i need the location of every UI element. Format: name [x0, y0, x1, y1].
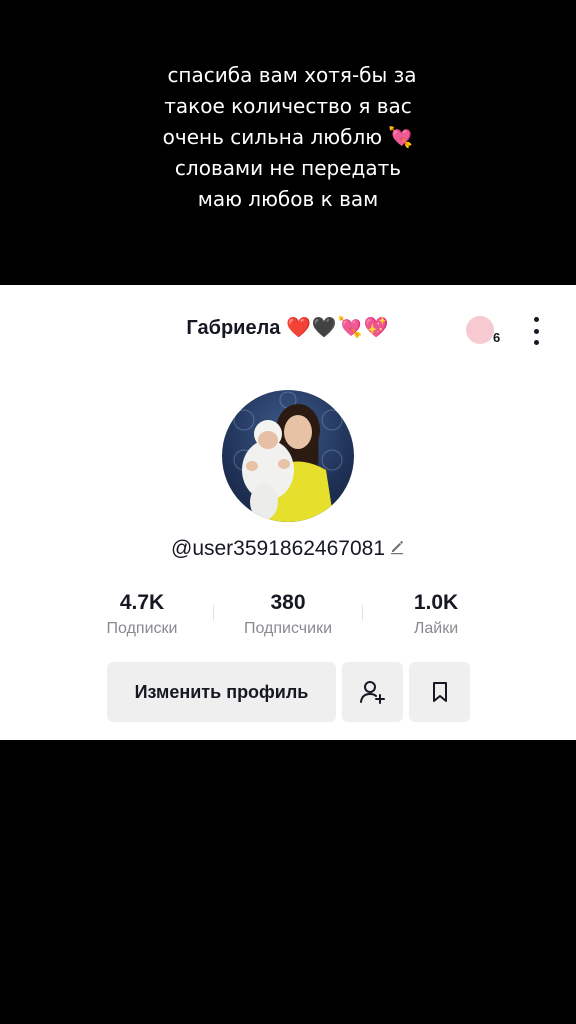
stat-followers[interactable]: 380 Подписчики [218, 590, 358, 642]
stat-divider [362, 605, 363, 621]
edit-profile-button[interactable]: Изменить профиль [107, 662, 336, 722]
avatar[interactable] [222, 390, 354, 522]
avatar-photo [233, 391, 343, 522]
add-friend-icon [359, 681, 385, 704]
favorites-button[interactable] [409, 662, 470, 722]
caption-line: словами не передать [174, 156, 402, 180]
display-name-emojis: ❤️🖤💘💖 [285, 317, 390, 339]
more-vertical-icon[interactable] [526, 317, 546, 345]
stat-likes[interactable]: 1.0K Лайки [366, 590, 506, 642]
stat-divider [213, 605, 214, 621]
display-name: Габриела [186, 317, 281, 339]
stat-label: Подписки [106, 620, 178, 637]
profile-stats: 4.7K Подписки 380 Подписчики 1.0K Лайки [0, 590, 576, 642]
pencil-icon[interactable] [389, 537, 405, 561]
add-friend-button[interactable] [342, 662, 403, 722]
caption-line: спасиба вам хотя-бы за [167, 63, 417, 87]
stat-value: 4.7K [119, 591, 165, 614]
caption-line: очень сильна люблю 💘 [162, 125, 414, 149]
notification-avatar-icon [466, 316, 494, 344]
stat-value: 1.0K [413, 591, 459, 614]
notification-count: 6 [493, 330, 501, 345]
stat-label: Лайки [413, 620, 459, 637]
username-text: @user3591862467081 [171, 537, 385, 560]
stat-following[interactable]: 4.7K Подписки [72, 590, 212, 642]
stat-value: 380 [270, 591, 306, 614]
profile-card: Габриела ❤️🖤💘💖 6 @user3591862467081 4.7K… [0, 285, 576, 740]
username[interactable]: @user3591862467081 [0, 537, 576, 561]
caption-line: такое количество я вас [164, 94, 412, 118]
video-caption: спасиба вам хотя-бы за такое количество … [0, 60, 576, 215]
stat-label: Подписчики [243, 620, 332, 637]
notification-badge[interactable]: 6 [466, 316, 502, 346]
caption-line: маю любов к вам [197, 187, 379, 211]
profile-actions: Изменить профиль [0, 662, 576, 722]
bookmark-icon [432, 682, 447, 702]
